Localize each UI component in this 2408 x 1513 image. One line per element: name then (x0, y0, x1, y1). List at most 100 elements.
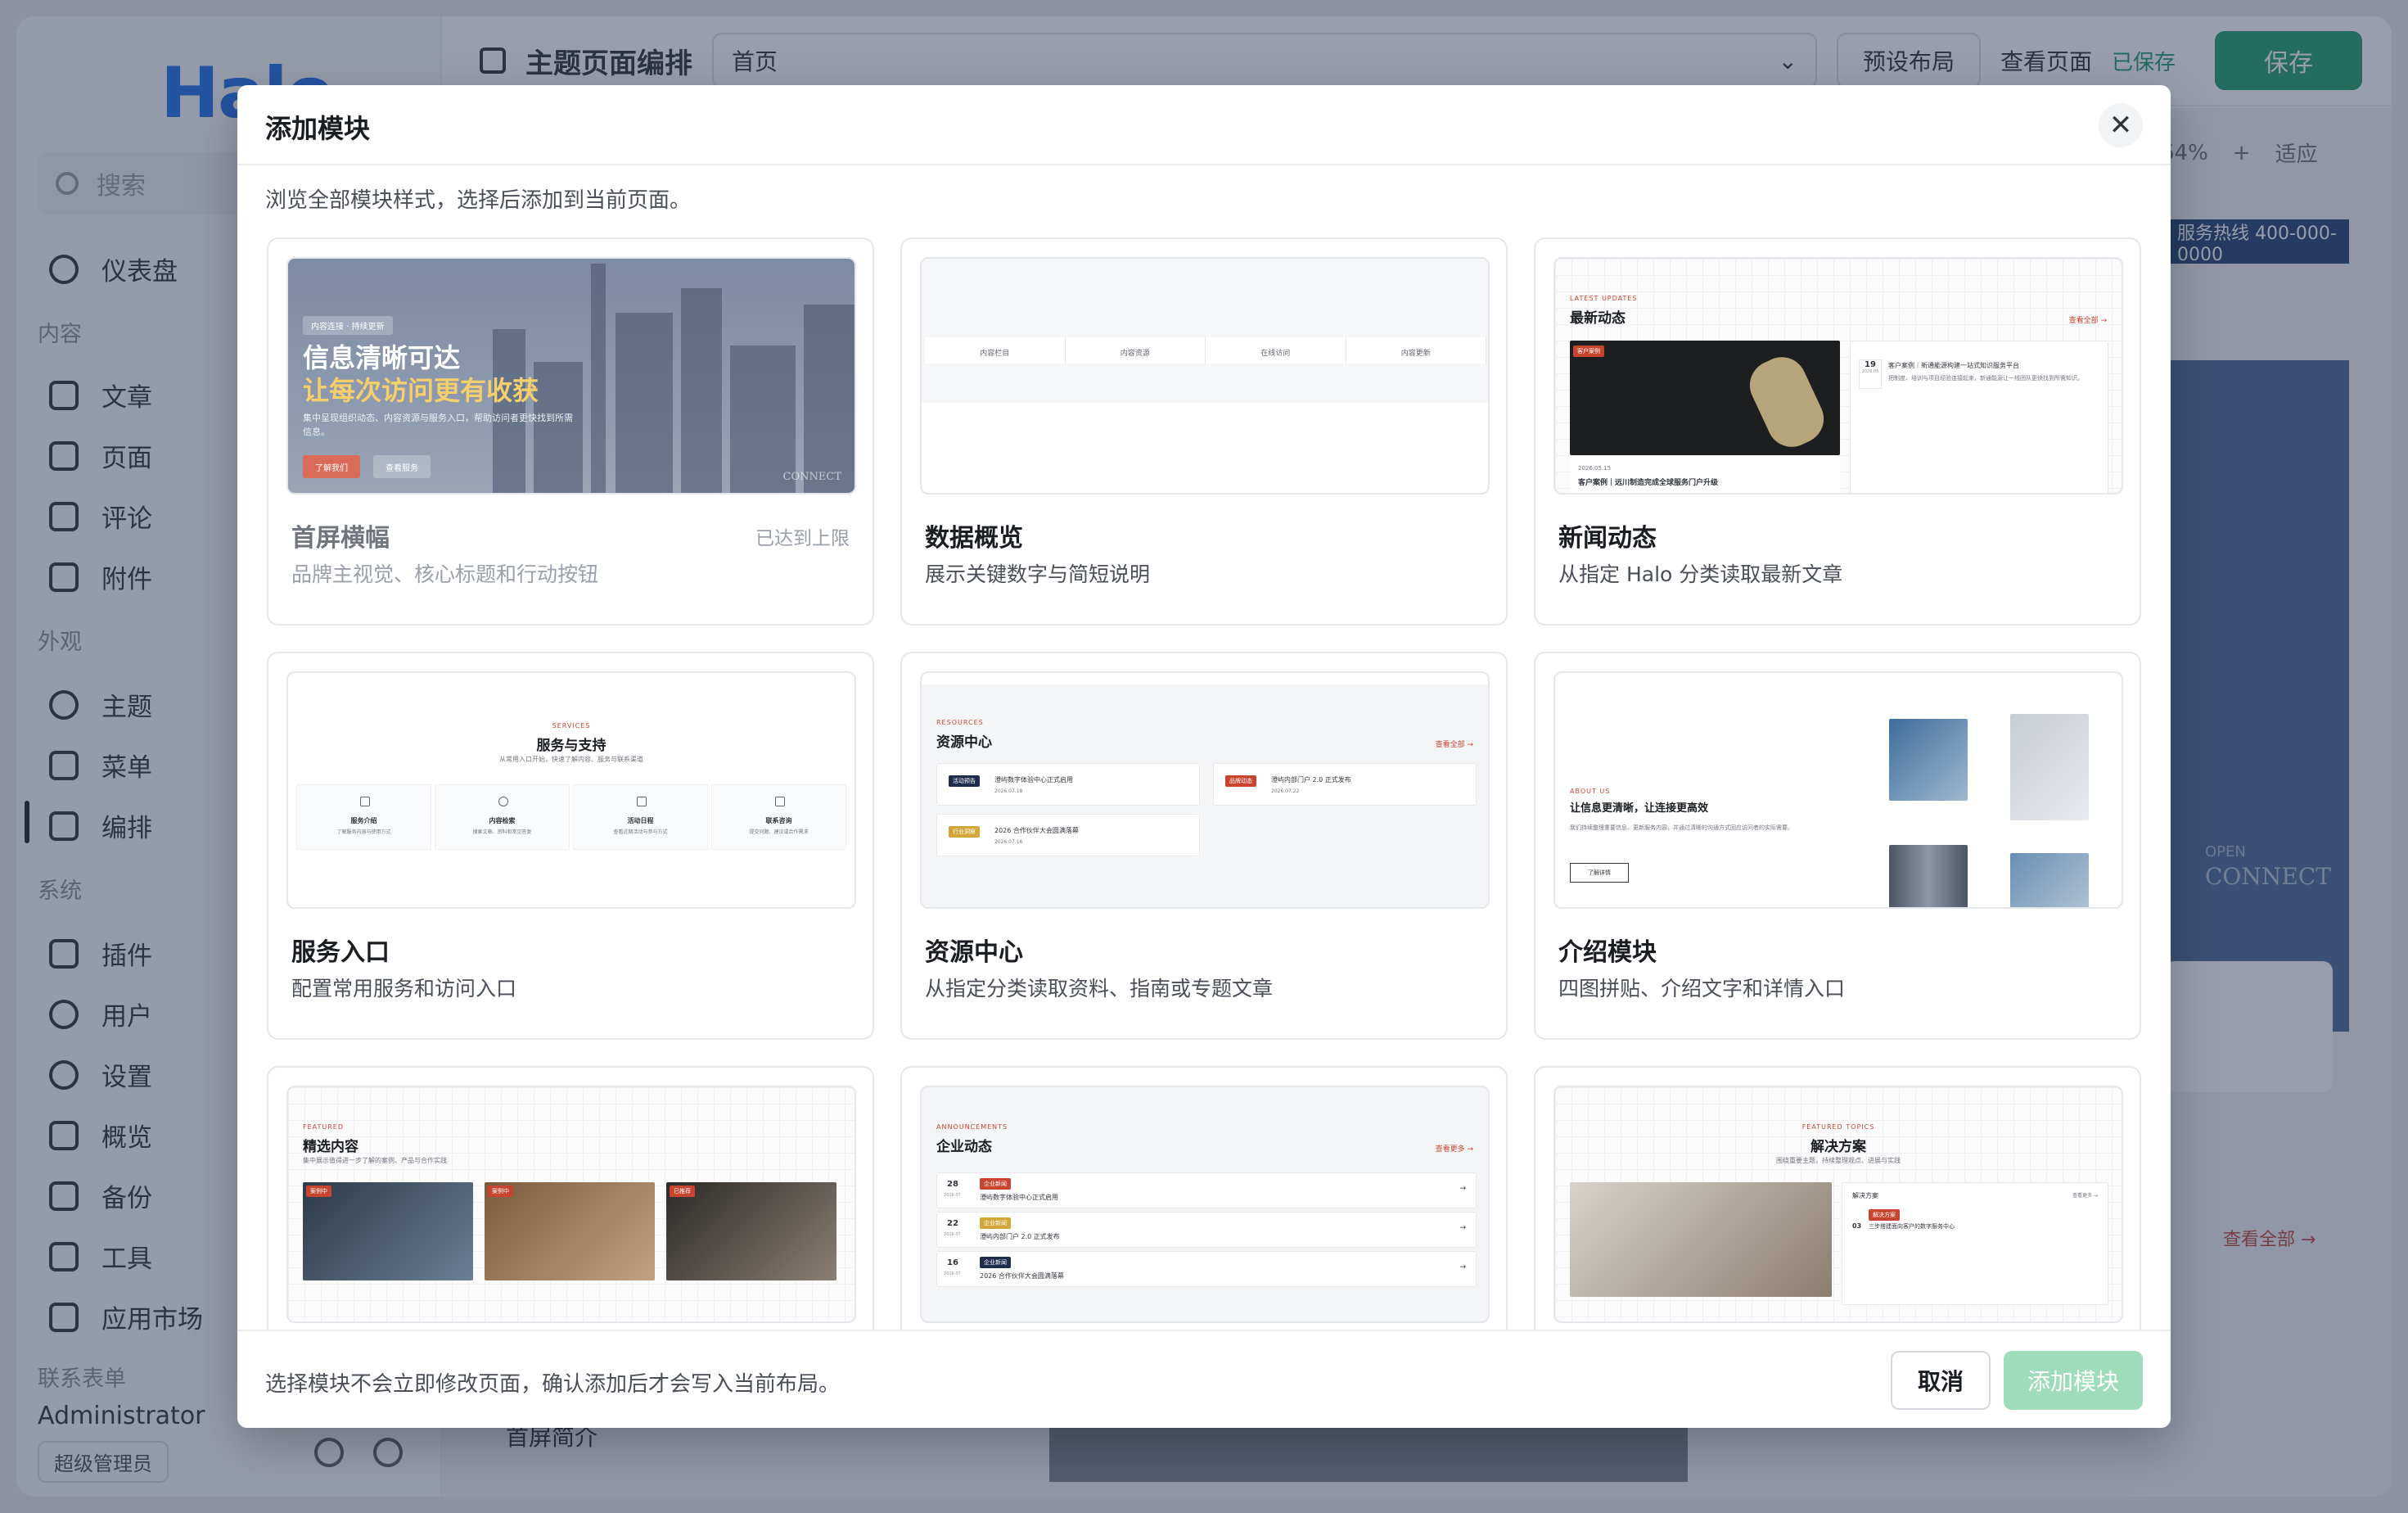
news-more-link: 查看全部 → (2068, 317, 2107, 325)
announcement-month: 2026.07 (944, 1271, 961, 1276)
module-card-name: 介绍模块 (1558, 938, 1657, 967)
announcements-more-link: 查看更多 → (1435, 1145, 1473, 1154)
resource-badge: 品牌动态 (1225, 775, 1256, 787)
announcement-title: 2026 合作伙伴大会圆满落幕 (980, 1272, 1064, 1280)
announcement-day: 22 (947, 1219, 958, 1228)
module-card-resources[interactable]: RESOURCES 资源中心 查看全部 → 活动预告 澄屿数字体验中心正式启用 … (900, 652, 1508, 1040)
announcement-item: 22 2026.07 企业新闻 澄屿内部门户 2.0 正式发布 → (936, 1212, 1477, 1248)
module-card-desc: 品牌主视觉、核心标题和行动按钮 (291, 562, 599, 586)
news-photo (1570, 341, 1840, 455)
dialog-header: 添加模块 ✕ (237, 85, 2171, 165)
resources-eyebrow: RESOURCES (936, 719, 984, 726)
solutions-panel: 解决方案 查看更多 → 解决方案 03 三步搭建面向客户的数字服务中心 (1842, 1182, 2108, 1305)
resource-title: 澄屿内部门户 2.0 正式发布 (1271, 776, 1351, 784)
module-card-stats[interactable]: 内容栏目 内容资源 在线访问 内容更新 数据概览 展示关键数字与简短说明 (900, 237, 1508, 626)
services-title: 服务与支持 (536, 738, 607, 754)
module-card-services[interactable]: SERVICES 服务与支持 从常用入口开始，快速了解内容、服务与联系渠道 服务… (267, 652, 874, 1040)
announcement-day: 28 (947, 1180, 958, 1189)
module-card-desc: 从指定 Halo 分类读取最新文章 (1558, 562, 1843, 586)
module-card-hero: 内容连接 · 持续更新 信息清晰可达 让每次访问更有收获 集中呈现组织动态、内容… (267, 237, 874, 626)
hero-title-line2: 让每次访问更有收获 (303, 375, 539, 406)
module-card-name: 数据概览 (925, 524, 1023, 553)
add-module-button[interactable]: 添加模块 (2004, 1351, 2143, 1410)
module-card-desc: 展示关键数字与简短说明 (925, 562, 1151, 586)
module-card-desc: 从指定分类读取资料、指南或专题文章 (925, 977, 1274, 1000)
resource-item: 活动预告 澄屿数字体验中心正式启用 2026.07.18 (936, 763, 1200, 806)
resource-item: 品牌动态 澄屿内部门户 2.0 正式发布 2026.07.22 (1213, 763, 1477, 806)
module-card-desc: 四图拼贴、介绍文字和详情入口 (1558, 977, 1846, 1000)
hero-subtitle: 集中呈现组织动态、内容资源与服务入口，帮助访问者更快找到所需信息。 (303, 413, 573, 437)
arrow-right-icon: → (1459, 1263, 1466, 1271)
featured-eyebrow: FEATURED (303, 1123, 345, 1131)
featured-badge: 已推荐 (670, 1186, 695, 1197)
hero-thumbnail: 内容连接 · 持续更新 信息清晰可达 让每次访问更有收获 集中呈现组织动态、内容… (286, 257, 856, 495)
news-title: 最新动态 (1570, 310, 1626, 327)
module-card-desc: 配置常用服务和访问入口 (291, 977, 517, 1000)
announcement-month: 2026.07 (944, 1232, 961, 1237)
service-item-name: 联系咨询 (765, 817, 792, 824)
service-item-desc: 了解服务内容与使用方式 (336, 829, 391, 835)
close-button[interactable]: ✕ (2099, 103, 2143, 147)
dialog-description: 浏览全部模块样式，选择后添加到当前页面。 (265, 188, 692, 213)
solutions-panel-more: 查看更多 → (2072, 1193, 2098, 1199)
featured-badge: 案例中 (488, 1186, 513, 1197)
search-icon (498, 797, 508, 806)
module-card-name: 新闻动态 (1558, 524, 1657, 553)
module-card-name: 服务入口 (291, 938, 390, 967)
featured-photo (485, 1182, 655, 1280)
announcement-title: 澄屿数字体验中心正式启用 (980, 1194, 1058, 1201)
services-thumbnail: SERVICES 服务与支持 从常用入口开始，快速了解内容、服务与联系渠道 服务… (286, 671, 856, 909)
news-item-month: 2026.05 (1861, 369, 1879, 374)
close-icon: ✕ (2108, 109, 2133, 142)
featured-badge: 案例中 (306, 1186, 331, 1197)
solutions-eyebrow: FEATURED TOPICS (1801, 1123, 1875, 1131)
cancel-button[interactable]: 取消 (1891, 1351, 1991, 1410)
announcement-item: 16 2026.07 企业新闻 2026 合作伙伴大会圆满落幕 → (936, 1251, 1477, 1287)
solutions-thumbnail: FEATURED TOPICS 解决方案 围绕重要主题，持续整理观点、进展与实践… (1553, 1086, 2123, 1323)
announcement-badge: 企业新闻 (980, 1178, 1011, 1190)
stat-label: 内容资源 (1065, 337, 1206, 364)
solutions-panel-title: 解决方案 (1852, 1192, 1878, 1199)
service-item: 活动日程 查看近期活动与参与方式 (573, 784, 708, 850)
announcements-title: 企业动态 (936, 1139, 992, 1155)
featured-thumbnail: FEATURED 精选内容 集中展示值得进一步了解的案例、产品与合作实践 案例中… (286, 1086, 856, 1323)
announcement-month: 2026.07 (944, 1193, 961, 1198)
news-eyebrow: LATEST UPDATES (1570, 295, 1638, 302)
announcements-eyebrow: ANNOUNCEMENTS (936, 1123, 1008, 1131)
service-item: 内容检索 搜索文章、资料和常见答复 (435, 784, 570, 850)
solutions-item-badge: 解决方案 (1869, 1209, 1900, 1221)
solutions-subtitle: 围绕重要主题，持续整理观点、进展与实践 (1776, 1157, 1901, 1164)
resource-badge: 行业洞察 (949, 826, 980, 838)
resource-date: 2026.07.16 (994, 839, 1023, 845)
intro-eyebrow: ABOUT US (1570, 788, 1611, 795)
intro-photo (2010, 853, 2089, 907)
news-caption: 客户案例｜远川制造完成全球服务门户升级 (1578, 479, 1719, 487)
news-item-text: 把制度、培训与项目经验连接起来，新通能源让一线团队更快找到所需知识。 (1888, 375, 2083, 382)
service-item: 服务介绍 了解服务内容与使用方式 (296, 784, 431, 850)
module-card-name: 资源中心 (925, 938, 1023, 967)
intro-thumbnail: ABOUT US 让信息更清晰，让连接更高效 我们持续整理重要信息、更新服务内容… (1553, 671, 2123, 909)
module-card-intro[interactable]: ABOUT US 让信息更清晰，让连接更高效 我们持续整理重要信息、更新服务内容… (1534, 652, 2141, 1040)
service-item: 联系咨询 提交问题、建议或合作需求 (711, 784, 846, 850)
news-thumbnail: LATEST UPDATES 最新动态 查看全部 → 客户案例 2026.05.… (1553, 257, 2123, 495)
service-item-name: 服务介绍 (350, 817, 377, 824)
announcement-day: 16 (947, 1258, 958, 1267)
module-card-news[interactable]: LATEST UPDATES 最新动态 查看全部 → 客户案例 2026.05.… (1534, 237, 2141, 626)
service-item-desc: 提交问题、建议或合作需求 (749, 829, 809, 835)
announcement-badge: 企业新闻 (980, 1217, 1011, 1229)
document-icon (360, 797, 370, 806)
solutions-photo (1570, 1182, 1832, 1297)
arrow-right-icon: → (1459, 1224, 1466, 1232)
news-item: 19 2026.05 客户案例｜新通能源构建一站式知识服务平台 把制度、培训与项… (1850, 341, 2108, 493)
dialog-title: 添加模块 (265, 113, 371, 144)
services-subtitle: 从常用入口开始，快速了解内容、服务与联系渠道 (499, 756, 643, 763)
announcements-thumbnail: ANNOUNCEMENTS 企业动态 查看更多 → 28 2026.07 企业新… (920, 1086, 1490, 1323)
news-item-title: 客户案例｜新通能源构建一站式知识服务平台 (1888, 362, 2019, 369)
solutions-item-title: 三步搭建面向客户的数字服务中心 (1869, 1223, 1955, 1230)
intro-photo (1889, 719, 1968, 801)
intro-title: 让信息更清晰，让连接更高效 (1570, 802, 1709, 815)
hero-watermark: CONNECT (782, 471, 841, 483)
featured-photo (666, 1182, 836, 1280)
service-item-desc: 搜索文章、资料和常见答复 (472, 829, 532, 835)
news-caption-date: 2026.05.15 (1578, 465, 1612, 472)
